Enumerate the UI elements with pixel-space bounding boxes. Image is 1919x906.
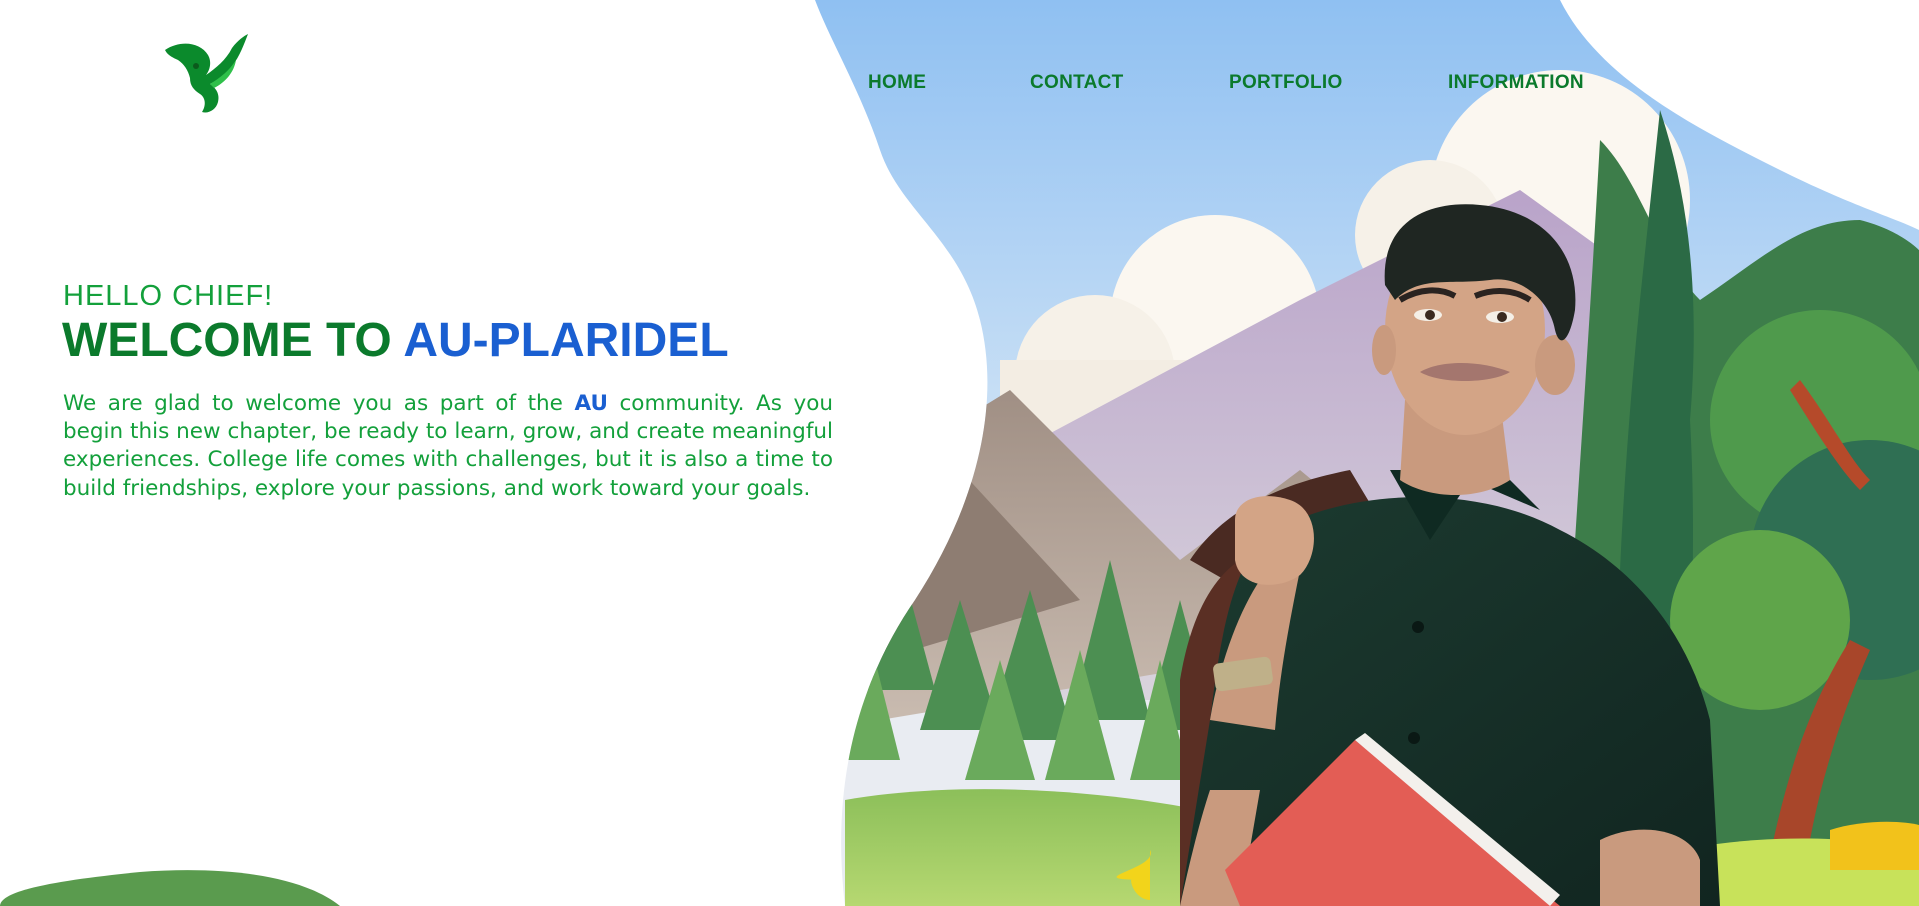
nav-contact-link[interactable]: CONTACT <box>1030 72 1124 94</box>
intro-au-highlight: AU <box>574 391 608 416</box>
headline-welcome-text: WELCOME TO <box>62 314 392 367</box>
nav-information-link[interactable]: INFORMATION <box>1448 72 1584 94</box>
intro-text-start: We are glad to welcome you as part of th… <box>63 391 563 416</box>
headline-school-name: AU-PLARIDEL <box>403 314 729 367</box>
hero-intro-paragraph: We are glad to welcome you as part of th… <box>63 390 833 503</box>
nav-home-link[interactable]: HOME <box>868 72 926 94</box>
landing-page: HOME CONTACT PORTFOLIO INFORMATION HELLO… <box>0 0 1919 906</box>
hero-greeting: HELLO CHIEF! <box>63 280 274 312</box>
hero-headline: WELCOME TO AU-PLARIDEL <box>62 314 729 367</box>
eagle-logo-icon[interactable] <box>160 30 250 115</box>
nav-portfolio-link[interactable]: PORTFOLIO <box>1229 72 1343 94</box>
